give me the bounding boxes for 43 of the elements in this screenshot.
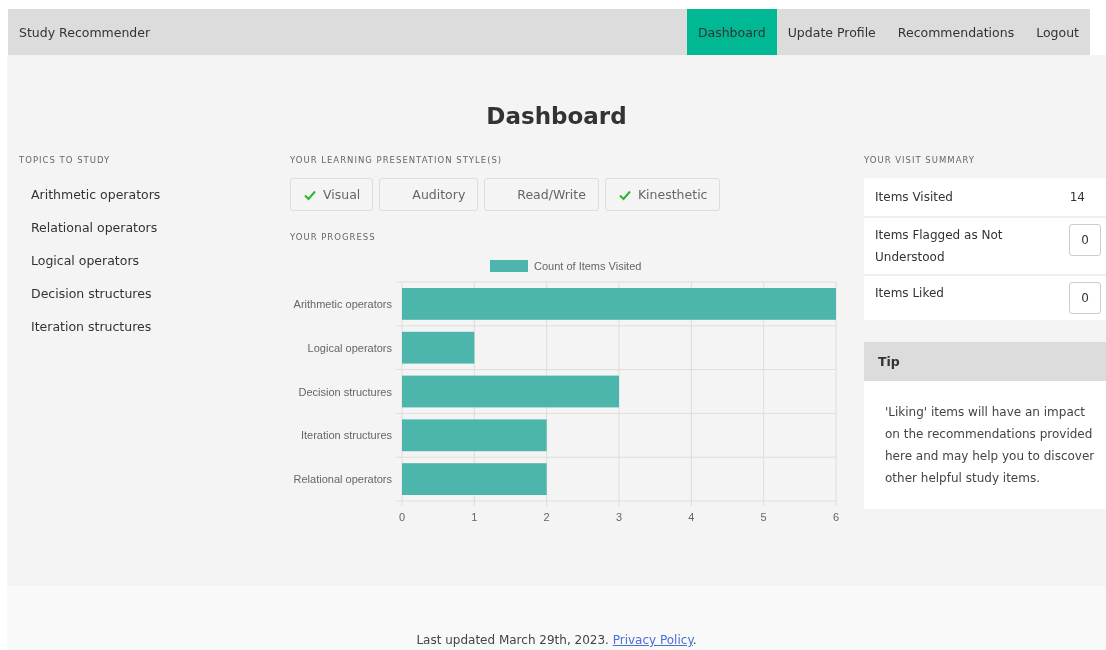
axis-label: Decision structures [298, 385, 392, 398]
nav-link[interactable]: Recommendations [886, 9, 1026, 55]
topic-link[interactable]: Decision structures [19, 277, 290, 310]
brand-title: Study Recommender [18, 23, 152, 42]
summary-label: Items Visited [875, 189, 953, 206]
topic-link[interactable]: Arithmetic operators [19, 178, 290, 211]
topic-link[interactable]: Relational operators [19, 211, 290, 244]
nav-link[interactable]: Dashboard [686, 9, 777, 55]
style-toggle[interactable]: Kinesthetic [604, 178, 721, 211]
section-heading: YOUR VISIT SUMMARY [864, 154, 977, 166]
count-value: 14 [1069, 190, 1086, 204]
nav-link[interactable]: Update Profile [776, 9, 887, 55]
tip-title: Tip [864, 342, 1106, 381]
tick-label: 3 [615, 511, 623, 523]
tick-label: 6 [832, 511, 840, 523]
section-heading: YOUR LEARNING PRESENTATION STYLE(S) [290, 154, 504, 166]
legend-label: Count of Items Visited [534, 259, 642, 272]
axis-label: Relational operators [293, 473, 392, 486]
tick-label: 4 [688, 511, 695, 523]
summary-label: Items Liked [875, 285, 944, 302]
style-toggle[interactable]: Visual [290, 178, 374, 211]
style-toggle[interactable]: Read/Write [484, 178, 599, 211]
axis-label: Logical operators [307, 341, 392, 354]
axis-label: Iteration structures [300, 429, 392, 442]
count-box: 0 [1069, 224, 1101, 256]
privacy-link[interactable]: Privacy Policy [612, 633, 693, 647]
topic-link[interactable]: Iteration structures [19, 310, 290, 343]
tip-text: 'Liking' items will have an impact on the recommendations provided here and may help you to discover other helpful study items. [884, 404, 1096, 487]
tick-label: 0 [398, 511, 406, 523]
tick-label: 1 [471, 511, 478, 523]
summary-label: Items Flagged as Not Understood [875, 227, 1004, 266]
nav-link[interactable]: Logout [1025, 9, 1090, 55]
section-heading: TOPICS TO STUDY [19, 154, 112, 166]
count-box: 0 [1069, 282, 1101, 314]
section-heading: YOUR PROGRESS [290, 231, 377, 243]
legend-swatch [490, 260, 528, 272]
topic-link[interactable]: Logical operators [19, 244, 290, 277]
page-title: Dashboard [485, 102, 628, 131]
axis-label: Arithmetic operators [293, 297, 392, 310]
tick-label: 5 [760, 511, 767, 523]
tick-label: 2 [543, 511, 550, 523]
footer-text: Last updated March 29th, 2023. Privacy Policy. [416, 633, 697, 648]
style-toggle[interactable]: Auditory [379, 178, 479, 211]
